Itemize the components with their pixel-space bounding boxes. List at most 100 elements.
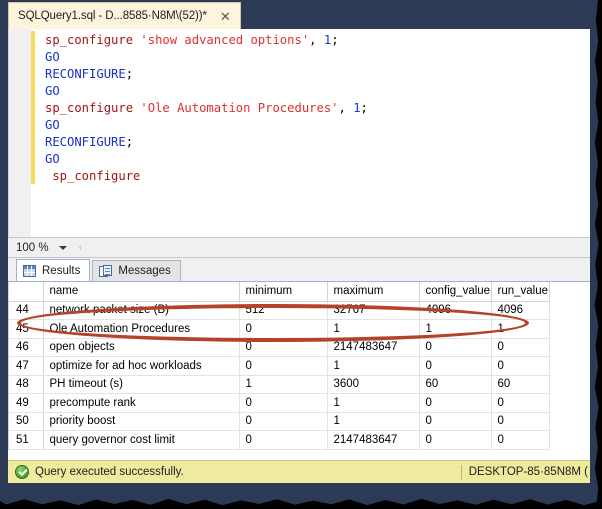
code-token-proc: sp_configure — [45, 101, 141, 115]
zoom-level-value: 100 % — [16, 241, 49, 254]
code-line: sp_configure — [45, 168, 590, 185]
cell-config-value[interactable]: 4096 — [419, 301, 492, 320]
cell-name[interactable]: network packet size (B) — [43, 301, 240, 320]
cell-name[interactable]: priority boost — [43, 412, 240, 431]
table-row[interactable]: 48 PH timeout (s) 1 3600 60 60 — [9, 375, 550, 394]
document-tab-strip: SQLQuery1.sql - D...8585·N8M\(52))* ✕ — [8, 0, 590, 29]
results-grid[interactable]: name minimum maximum config_value run_va… — [9, 282, 550, 450]
cell-maximum[interactable]: 3600 — [327, 375, 420, 394]
cell-rownum[interactable]: 44 — [9, 301, 44, 320]
code-line: sp_configure 'show advanced options', 1; — [45, 32, 590, 49]
cell-rownum[interactable]: 45 — [9, 319, 44, 339]
table-row[interactable]: 47 optimize for ad hoc workloads 0 1 0 0 — [9, 356, 550, 376]
status-bar-right: DESKTOP-85·85N8M ( — [460, 464, 588, 480]
ssms-screenshot: SQLQuery1.sql - D...8585·N8M\(52))* ✕ sp… — [0, 0, 602, 509]
code-line: GO — [45, 151, 590, 168]
code-line: sp_configure 'Ole Automation Procedures'… — [45, 100, 590, 117]
tab-messages[interactable]: Messages — [92, 260, 181, 281]
cell-config-value[interactable]: 0 — [419, 356, 492, 376]
chevron-down-icon — [58, 245, 67, 250]
ssms-query-window: SQLQuery1.sql - D...8585·N8M\(52))* ✕ sp… — [8, 0, 590, 483]
tab-messages-label: Messages — [118, 265, 171, 277]
tab-results[interactable]: Results — [16, 259, 91, 281]
table-row[interactable]: 45 Ole Automation Procedures 0 1 1 1 — [9, 319, 550, 339]
column-header-maximum[interactable]: maximum — [327, 282, 420, 302]
table-row[interactable]: 46 open objects 0 2147483647 0 0 — [9, 338, 550, 357]
cell-rownum[interactable]: 47 — [9, 356, 44, 376]
code-token-kw: GO — [45, 152, 60, 166]
code-token-kw: GO — [45, 84, 60, 98]
document-tab-sqlquery1[interactable]: SQLQuery1.sql - D...8585·N8M\(52))* ✕ — [8, 2, 241, 29]
cell-rownum[interactable]: 49 — [9, 393, 44, 413]
cell-name[interactable]: Ole Automation Procedures — [43, 319, 240, 339]
cell-name[interactable]: query governor cost limit — [43, 430, 240, 450]
cell-rownum[interactable]: 50 — [9, 412, 44, 431]
cell-minimum[interactable]: 0 — [239, 412, 328, 431]
cell-config-value[interactable]: 0 — [419, 412, 492, 431]
column-header-rownum[interactable] — [9, 282, 44, 302]
cell-run-value[interactable]: 0 — [491, 430, 550, 450]
cell-name[interactable]: precompute rank — [43, 393, 240, 413]
table-row[interactable]: 49 precompute rank 0 1 0 0 — [9, 393, 550, 413]
code-line: GO — [45, 83, 590, 100]
status-bar: Query executed successfully. DESKTOP-85·… — [8, 460, 590, 483]
cell-rownum[interactable]: 51 — [9, 430, 44, 450]
zoom-level-dropdown[interactable]: 100 % — [12, 239, 71, 256]
column-header-config-value[interactable]: config_value — [419, 282, 492, 302]
close-icon[interactable]: ✕ — [217, 10, 234, 23]
results-grid-container[interactable]: name minimum maximum config_value run_va… — [8, 282, 590, 450]
tab-results-label: Results — [42, 264, 81, 277]
cell-minimum[interactable]: 512 — [239, 301, 328, 320]
code-token-kw: RECONFIGURE — [45, 135, 126, 149]
cell-maximum[interactable]: 1 — [327, 319, 420, 339]
cell-run-value[interactable]: 0 — [491, 356, 550, 376]
results-grid-body[interactable]: 44 network packet size (B) 512 32767 4096 409… — [9, 301, 550, 450]
table-row[interactable]: 50 priority boost 0 1 0 0 — [9, 412, 550, 431]
cell-maximum[interactable]: 32767 — [327, 301, 420, 320]
cell-maximum[interactable]: 1 — [327, 393, 420, 413]
sql-code-text[interactable]: sp_configure 'show advanced options', 1;… — [35, 29, 590, 237]
code-token-pun: , — [309, 33, 324, 47]
code-token-num: 1 — [353, 101, 361, 115]
cell-name[interactable]: open objects — [43, 338, 240, 357]
cell-minimum[interactable]: 0 — [239, 338, 328, 357]
cell-rownum[interactable]: 48 — [9, 375, 44, 394]
cell-name[interactable]: optimize for ad hoc workloads — [43, 356, 240, 376]
cell-maximum[interactable]: 2147483647 — [327, 430, 420, 450]
cell-minimum[interactable]: 0 — [239, 319, 328, 339]
results-pane-tab-strip: Results Messages — [8, 258, 590, 282]
cell-run-value[interactable]: 0 — [491, 338, 550, 357]
cell-minimum[interactable]: 0 — [239, 393, 328, 413]
change-bar-indicator — [31, 31, 35, 184]
code-token-kw: GO — [45, 50, 60, 64]
cell-run-value[interactable]: 0 — [491, 412, 550, 431]
cell-name[interactable]: PH timeout (s) — [43, 375, 240, 394]
zoom-bar-separator: ‹ — [78, 241, 83, 254]
cell-run-value[interactable]: 1 — [491, 319, 550, 339]
code-token-proc: sp_configure — [45, 169, 141, 183]
cell-rownum[interactable]: 46 — [9, 338, 44, 357]
cell-config-value[interactable]: 0 — [419, 393, 492, 413]
cell-run-value[interactable]: 4096 — [491, 301, 550, 320]
column-header-minimum[interactable]: minimum — [239, 282, 328, 302]
cell-config-value[interactable]: 0 — [419, 338, 492, 357]
code-line: RECONFIGURE; — [45, 134, 590, 151]
code-line: GO — [45, 49, 590, 66]
cell-maximum[interactable]: 1 — [327, 412, 420, 431]
cell-config-value[interactable]: 60 — [419, 375, 492, 394]
cell-minimum[interactable]: 0 — [239, 356, 328, 376]
table-row[interactable]: 44 network packet size (B) 512 32767 4096 409… — [9, 301, 550, 320]
code-token-pun: ; — [331, 33, 339, 47]
cell-run-value[interactable]: 0 — [491, 393, 550, 413]
cell-minimum[interactable]: 1 — [239, 375, 328, 394]
cell-config-value[interactable]: 0 — [419, 430, 492, 450]
column-header-name[interactable]: name — [43, 282, 240, 302]
cell-maximum[interactable]: 2147483647 — [327, 338, 420, 357]
cell-run-value[interactable]: 60 — [491, 375, 550, 394]
sql-code-editor[interactable]: sp_configure 'show advanced options', 1;… — [8, 29, 590, 237]
table-row[interactable]: 51 query governor cost limit 0 2147483647 0 0 — [9, 430, 550, 450]
column-header-run-value[interactable]: run_value — [491, 282, 550, 302]
cell-maximum[interactable]: 1 — [327, 356, 420, 376]
cell-config-value[interactable]: 1 — [419, 319, 492, 339]
cell-minimum[interactable]: 0 — [239, 430, 328, 450]
